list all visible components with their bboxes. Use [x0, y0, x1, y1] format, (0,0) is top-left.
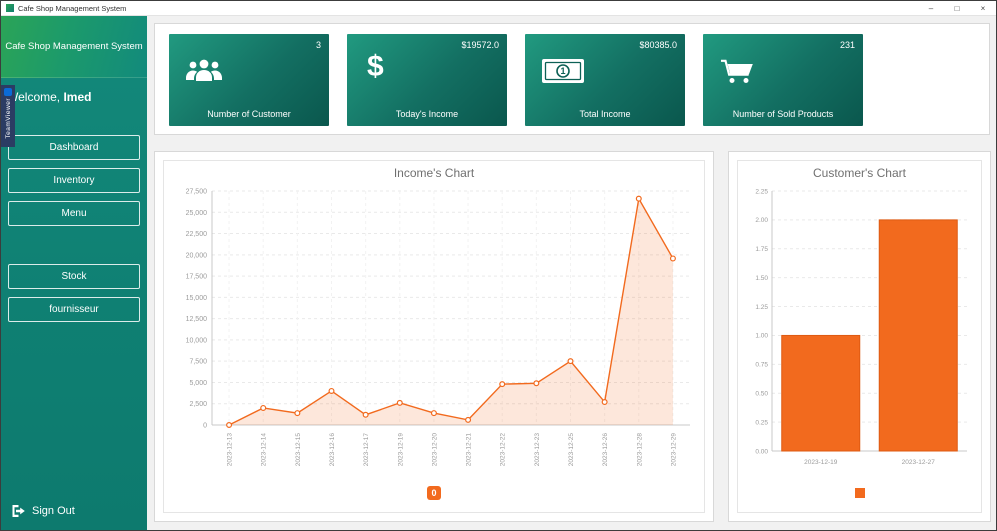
titlebar: Cafe Shop Management System – □ × [1, 1, 996, 16]
maximize-button[interactable]: □ [944, 1, 970, 15]
income-chart-legend: 0 [427, 481, 441, 505]
sidebar-item-inventory[interactable]: Inventory [8, 168, 140, 193]
svg-text:2,500: 2,500 [189, 401, 207, 408]
sidebar-item-stock[interactable]: Stock [8, 264, 140, 289]
customer-chart-plot: 0.00 0.25 0.50 0.75 1.00 1.25 1.50 1.75 2.00 2.25… [755, 188, 967, 466]
svg-text:2.25: 2.25 [755, 188, 768, 195]
svg-text:22,500: 22,500 [186, 231, 208, 238]
app-window: Cafe Shop Management System – □ × Cafe S… [0, 0, 997, 531]
svg-text:2023-12-26: 2023-12-26 [602, 433, 609, 467]
minimize-button[interactable]: – [918, 1, 944, 15]
svg-text:2023-12-15: 2023-12-15 [295, 433, 302, 467]
svg-text:0.00: 0.00 [755, 448, 768, 455]
svg-text:2023-12-13: 2023-12-13 [227, 433, 234, 467]
customers-count: 3 [315, 40, 321, 50]
stat-card-sold-products: 231 Number of Sold Products [703, 34, 863, 126]
stat-card-todays-income: $19572.0 $ Today's Income [347, 34, 507, 126]
svg-text:2023-12-27: 2023-12-27 [902, 459, 936, 466]
svg-text:27,500: 27,500 [186, 189, 208, 196]
sign-out-label: Sign Out [32, 505, 75, 517]
window-title: Cafe Shop Management System [18, 3, 127, 13]
customer-series-swatch [854, 488, 865, 498]
svg-text:0.75: 0.75 [755, 362, 768, 369]
teamviewer-icon [4, 88, 12, 96]
cart-icon [719, 58, 755, 90]
svg-text:2023-12-21: 2023-12-21 [466, 433, 473, 467]
app-icon [6, 4, 14, 12]
stats-panel: 3 Number of Customer $19572.0 $ Today's … [154, 23, 990, 135]
svg-text:2023-12-19: 2023-12-19 [397, 433, 404, 467]
sign-out-icon [12, 505, 25, 517]
svg-text:12,500: 12,500 [186, 316, 208, 323]
income-chart-panel: Income's Chart 0 2,500 5,000 7,500 10,000 12,… [154, 151, 714, 522]
sidebar-nav: Dashboard Inventory Menu Stock fournisse… [1, 135, 147, 330]
svg-text:15,000: 15,000 [186, 295, 208, 302]
todays-income-value: $19572.0 [461, 40, 499, 50]
dollar-icon: $ [367, 50, 384, 83]
svg-text:2023-12-17: 2023-12-17 [363, 433, 370, 467]
banknote-icon: 1 [541, 58, 585, 89]
total-income-value: $80385.0 [639, 40, 677, 50]
welcome-name: Imed [63, 90, 92, 104]
svg-text:10,000: 10,000 [186, 337, 208, 344]
svg-text:20,000: 20,000 [186, 252, 208, 259]
sold-products-label: Number of Sold Products [732, 109, 834, 119]
customer-chart-title: Customer's Chart [813, 166, 906, 180]
stat-card-customers: 3 Number of Customer [169, 34, 329, 126]
svg-text:7,500: 7,500 [189, 359, 207, 366]
svg-text:1.25: 1.25 [755, 304, 768, 311]
svg-text:2023-12-20: 2023-12-20 [431, 433, 438, 467]
window-controls: – □ × [918, 1, 996, 15]
customer-chart-box: Customer's Chart 0.00 0.25 0.50 0.75 1.00 1.2… [737, 160, 982, 513]
svg-text:2023-12-22: 2023-12-22 [500, 433, 507, 467]
income-chart-box: Income's Chart 0 2,500 5,000 7,500 10,000 12,… [163, 160, 705, 513]
welcome-prefix: Welcome, [7, 90, 64, 104]
svg-text:2023-12-25: 2023-12-25 [568, 433, 575, 467]
svg-text:0.50: 0.50 [755, 391, 768, 398]
svg-text:1: 1 [560, 66, 565, 76]
sidebar-item-dashboard[interactable]: Dashboard [8, 135, 140, 160]
sidebar: Cafe Shop Management System Welcome, Ime… [1, 16, 147, 530]
svg-text:0: 0 [203, 423, 207, 430]
close-button[interactable]: × [970, 1, 996, 15]
sidebar-app-title: Cafe Shop Management System [1, 16, 147, 78]
svg-text:1.75: 1.75 [755, 246, 768, 253]
nav-gap [1, 234, 147, 264]
svg-text:2023-12-29: 2023-12-29 [670, 433, 677, 467]
teamviewer-label: TeamViewer [4, 98, 12, 139]
sold-products-count: 231 [839, 40, 855, 50]
customer-chart-panel: Customer's Chart 0.00 0.25 0.50 0.75 1.00 1.2… [728, 151, 991, 522]
sidebar-item-fournisseur[interactable]: fournisseur [8, 297, 140, 322]
svg-text:1.50: 1.50 [755, 275, 768, 282]
svg-text:2023-12-14: 2023-12-14 [261, 433, 268, 467]
svg-text:0.25: 0.25 [755, 419, 768, 426]
svg-text:25,000: 25,000 [186, 210, 208, 217]
svg-text:17,500: 17,500 [186, 274, 208, 281]
svg-text:2023-12-16: 2023-12-16 [329, 433, 336, 467]
stat-card-total-income: $80385.0 1 Total Income [525, 34, 685, 126]
income-chart-title: Income's Chart [393, 166, 475, 180]
customer-chart-legend [854, 481, 865, 505]
svg-text:2023-12-23: 2023-12-23 [534, 433, 541, 467]
svg-text:5,000: 5,000 [189, 380, 207, 387]
welcome-text: Welcome, Imed [1, 78, 147, 104]
svg-text:1.00: 1.00 [755, 333, 768, 340]
customers-label: Number of Customer [207, 109, 291, 119]
teamviewer-badge[interactable]: TeamViewer [1, 85, 15, 147]
sign-out-button[interactable]: Sign Out [1, 504, 147, 530]
todays-income-label: Today's Income [395, 109, 459, 119]
svg-text:2.00: 2.00 [755, 217, 768, 224]
customers-icon [185, 58, 223, 89]
svg-text:2023-12-19: 2023-12-19 [804, 459, 838, 466]
income-series-swatch: 0 [427, 486, 441, 500]
sidebar-item-menu[interactable]: Menu [8, 201, 140, 226]
income-chart-plot: 0 2,500 5,000 7,500 10,000 12,500 15,000 17,500… [186, 189, 690, 467]
total-income-label: Total Income [579, 109, 631, 119]
svg-text:2023-12-28: 2023-12-28 [636, 433, 643, 467]
